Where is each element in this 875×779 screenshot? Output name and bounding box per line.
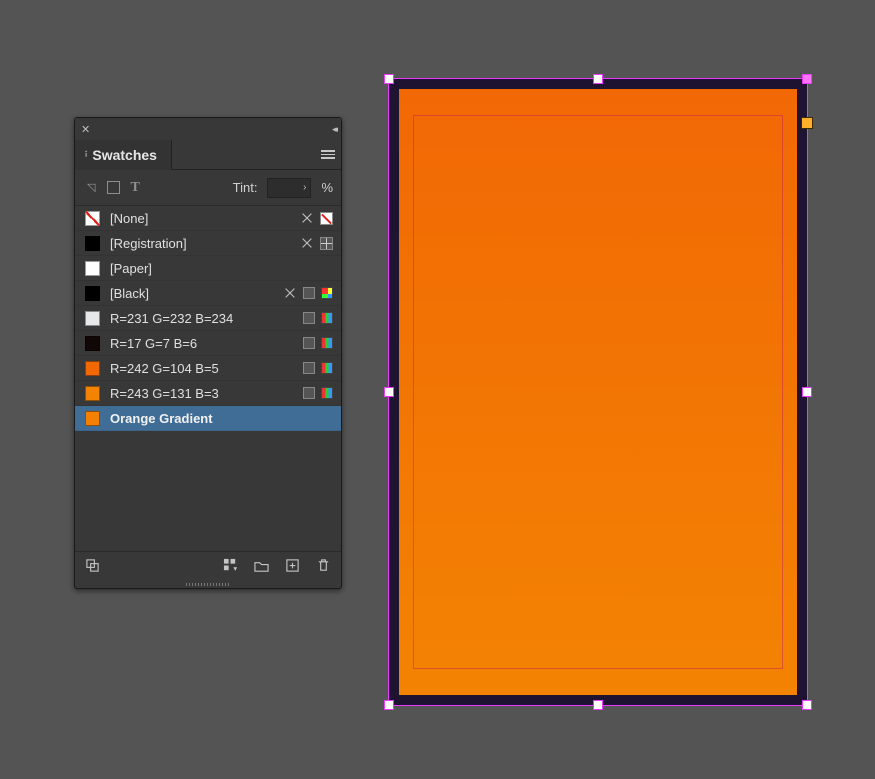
text-format-icon[interactable]: T (130, 180, 139, 196)
swatch-libraries-icon[interactable] (85, 558, 100, 576)
swatch-row[interactable]: R=231 G=232 B=234 (75, 306, 341, 331)
swatch-name: [Paper] (110, 261, 323, 276)
swatch-name: R=243 G=131 B=3 (110, 386, 293, 401)
process-color-icon (303, 362, 315, 374)
swatch-status-icons (300, 211, 333, 225)
swatch-color-icon (85, 261, 100, 276)
swatch-status-icons (303, 362, 333, 374)
swatches-panel: ✕ ◂◂ ፧ Swatches ◹ T Tint: › % [None] [Reg… (74, 117, 342, 589)
process-color-icon (303, 287, 315, 299)
panel-menu-icon[interactable] (321, 150, 335, 159)
collapse-icon[interactable]: ◂◂ (332, 124, 335, 135)
swatch-name: [Black] (110, 286, 273, 301)
swatch-row[interactable]: [None] (75, 206, 341, 231)
swatch-row[interactable]: [Black] (75, 281, 341, 306)
swatch-name: Orange Gradient (110, 411, 323, 426)
swatch-name: R=242 G=104 B=5 (110, 361, 293, 376)
panel-tab-bar: ፧ Swatches (75, 140, 341, 170)
resize-handle-bottom-middle[interactable] (593, 700, 603, 710)
frame-indicator-icon[interactable] (801, 117, 813, 129)
swatch-row[interactable]: R=243 G=131 B=3 (75, 381, 341, 406)
swatch-color-icon (85, 386, 100, 401)
process-color-icon (303, 337, 315, 349)
swatches-list: [None] [Registration] [Paper] [Black] R=231 … (75, 206, 341, 431)
tab-swatches[interactable]: ፧ Swatches (75, 140, 172, 170)
new-swatch-icon[interactable] (285, 558, 300, 576)
panel-resize-grip[interactable] (75, 581, 341, 588)
new-color-group-icon[interactable]: ▾ (223, 558, 238, 576)
swatch-color-icon (85, 336, 100, 351)
swatch-color-icon (85, 286, 100, 301)
swatch-color-icon (85, 411, 100, 426)
rgb-mode-icon (321, 312, 333, 324)
folder-icon[interactable] (254, 558, 269, 576)
panel-titlebar: ✕ ◂◂ (75, 118, 341, 140)
resize-handle-bottom-left[interactable] (384, 700, 394, 710)
resize-handle-top-right[interactable] (802, 74, 812, 84)
swatch-row[interactable]: [Registration] (75, 231, 341, 256)
rgb-mode-icon (321, 362, 333, 374)
swatch-name: [None] (110, 211, 290, 226)
swatch-row[interactable]: Orange Gradient (75, 406, 341, 431)
tint-label: Tint: (233, 180, 258, 195)
swatch-row[interactable]: R=242 G=104 B=5 (75, 356, 341, 381)
process-color-icon (303, 312, 315, 324)
swatch-status-icons (300, 236, 333, 250)
tab-label: Swatches (92, 147, 157, 163)
container-format-icon[interactable] (107, 181, 120, 194)
resize-handle-bottom-right[interactable] (802, 700, 812, 710)
registration-icon (320, 237, 333, 250)
swatch-status-icons (303, 337, 333, 349)
swatch-row[interactable]: R=17 G=7 B=6 (75, 331, 341, 356)
resize-handle-top-middle[interactable] (593, 74, 603, 84)
panel-footer: ▾ (75, 551, 341, 581)
swatch-status-icons (303, 387, 333, 399)
none-color-icon (320, 212, 333, 225)
swatch-color-icon (85, 361, 100, 376)
noneditable-icon (300, 211, 314, 225)
list-empty-space (75, 431, 341, 551)
rgb-mode-icon (321, 387, 333, 399)
swatch-color-icon (85, 211, 100, 226)
close-icon[interactable]: ✕ (81, 123, 90, 136)
rgb-mode-icon (321, 287, 333, 299)
swatch-color-icon (85, 236, 100, 251)
swatch-name: R=17 G=7 B=6 (110, 336, 293, 351)
fill-stroke-icon[interactable]: ◹ (87, 181, 97, 194)
frame-margin-guide (413, 115, 783, 669)
selected-frame[interactable] (388, 78, 808, 706)
swatch-status-icons (303, 312, 333, 324)
noneditable-icon (283, 286, 297, 300)
swatch-row[interactable]: [Paper] (75, 256, 341, 281)
process-color-icon (303, 387, 315, 399)
delete-swatch-icon[interactable] (316, 558, 331, 576)
resize-handle-top-left[interactable] (384, 74, 394, 84)
svg-text:▾: ▾ (233, 564, 237, 573)
resize-handle-middle-right[interactable] (802, 387, 812, 397)
swatch-color-icon (85, 311, 100, 326)
swatch-status-icons (283, 286, 333, 300)
tab-grip-icon: ፧ (85, 153, 86, 157)
noneditable-icon (300, 236, 314, 250)
swatch-name: R=231 G=232 B=234 (110, 311, 293, 326)
tint-options-row: ◹ T Tint: › % (75, 170, 341, 206)
tint-input[interactable]: › (267, 178, 311, 198)
resize-handle-middle-left[interactable] (384, 387, 394, 397)
tint-unit: % (321, 180, 333, 195)
swatch-name: [Registration] (110, 236, 290, 251)
rgb-mode-icon (321, 337, 333, 349)
